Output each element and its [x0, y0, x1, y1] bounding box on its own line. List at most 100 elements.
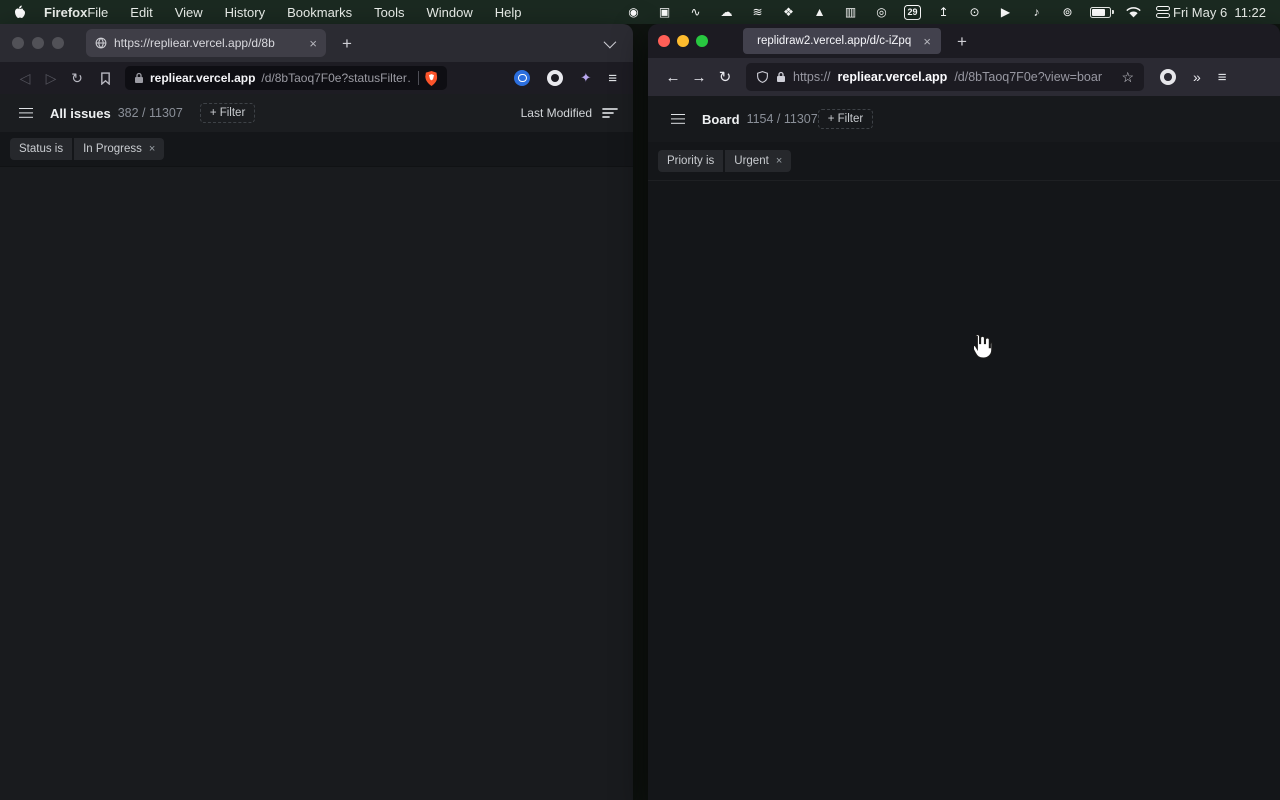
firefox-window: replidraw2.vercel.app/d/c-iZpq https://r…	[648, 24, 1280, 800]
menu-bookmarks[interactable]: Bookmarks	[287, 5, 352, 20]
bookmark-star-icon[interactable]	[1121, 69, 1134, 86]
issue-count: 382 / 11307	[118, 106, 183, 120]
url-host: repliear.vercel.app	[150, 71, 255, 85]
toolbar-extensions	[514, 70, 617, 87]
add-filter-button[interactable]: + Filter	[818, 109, 873, 129]
onepassword-extension-icon[interactable]	[514, 70, 530, 86]
issue-list	[0, 167, 633, 800]
left-nav-bar: repliear.vercel.app /d/8bTaoq7F0e?status…	[0, 62, 633, 94]
reload-button[interactable]	[64, 70, 90, 87]
assistant-icon[interactable]: ⊚	[1059, 4, 1076, 20]
sidebar-menu-icon[interactable]	[671, 114, 685, 125]
tracking-protection-shield-icon[interactable]	[756, 70, 769, 84]
close-window-button[interactable]	[12, 37, 24, 49]
repliear-list-view: All issues 382 / 11307 + Filter Last Mod…	[0, 94, 633, 800]
new-tab-button[interactable]	[342, 35, 352, 52]
share-icon[interactable]: ↥	[935, 4, 952, 20]
menu-bar-clock[interactable]: Fri May 6 11:22	[1173, 5, 1266, 20]
sidebar-menu-icon[interactable]	[19, 108, 33, 119]
bookmark-icon[interactable]	[100, 72, 111, 85]
url-path: /d/8bTaoq7F0e?statusFilter…	[261, 71, 412, 85]
github-extension-icon[interactable]	[547, 70, 563, 86]
control-center-icon[interactable]	[1156, 6, 1171, 18]
back-button[interactable]	[660, 69, 686, 86]
browser-menu-icon[interactable]	[1218, 69, 1227, 86]
active-filters-row: Status is In Progress	[0, 132, 633, 167]
address-bar[interactable]: https://repliear.vercel.app/d/8bTaoq7F0e…	[746, 63, 1144, 91]
add-filter-button[interactable]: + Filter	[200, 103, 255, 123]
close-window-button[interactable]	[658, 35, 670, 47]
filter-value[interactable]: Urgent	[725, 150, 791, 172]
onepassword-icon[interactable]: ◎	[873, 4, 890, 20]
play-icon[interactable]: ▶	[997, 4, 1014, 20]
menu-file[interactable]: File	[87, 5, 108, 20]
sync-icon[interactable]: ∿	[687, 4, 704, 20]
menu-items: File Edit View History Bookmarks Tools Window H…	[87, 5, 521, 20]
menu-bar-status-icons: ◉ ▣ ∿ ☁ ≋ ❖ ▲ ▥ ◎ 29 ↥ ⊙ ▶ ♪ ⊚	[625, 4, 1171, 20]
menu-view[interactable]: View	[175, 5, 203, 20]
lock-icon	[134, 72, 144, 84]
onepassword-extension-icon[interactable]	[1160, 69, 1176, 85]
minimize-window-button[interactable]	[32, 37, 44, 49]
display-icon[interactable]: ▣	[656, 4, 673, 20]
browser-tab[interactable]: https://repliear.vercel.app/d/8b	[86, 29, 326, 57]
new-tab-button[interactable]	[957, 33, 967, 50]
battery-icon[interactable]	[1090, 7, 1111, 18]
page-title: Board	[702, 112, 740, 127]
calendar-icon[interactable]: 29	[904, 5, 921, 20]
right-nav-bar: https://repliear.vercel.app/d/8bTaoq7F0e…	[648, 58, 1280, 96]
active-filters-row: Priority is Urgent	[648, 142, 1280, 181]
close-tab-icon[interactable]	[923, 35, 931, 48]
back-button[interactable]	[12, 70, 38, 87]
priority-filter-chip: Priority is Urgent	[658, 150, 791, 172]
macos-menu-bar: Firefox File Edit View History Bookmarks Tool…	[0, 0, 1280, 24]
sort-label[interactable]: Last Modified	[521, 106, 592, 120]
apple-menu-icon[interactable]	[14, 5, 26, 19]
minimize-window-button[interactable]	[677, 35, 689, 47]
zoom-window-button[interactable]	[52, 37, 64, 49]
power-icon[interactable]: ⊙	[966, 4, 983, 20]
issue-count: 1154 / 11307	[747, 112, 818, 126]
menu-history[interactable]: History	[225, 5, 265, 20]
list-tabs-chevron-icon[interactable]	[604, 35, 617, 48]
menu-firefox[interactable]: Firefox	[44, 5, 87, 20]
cloud-icon[interactable]: ☁	[718, 4, 735, 20]
divider	[418, 71, 419, 85]
extensions-icon[interactable]	[580, 70, 591, 86]
docker-icon[interactable]: ≋	[749, 4, 766, 20]
browser-tab[interactable]: replidraw2.vercel.app/d/c-iZpq	[743, 28, 941, 54]
forward-button[interactable]	[38, 70, 64, 87]
page-title: All issues	[50, 106, 111, 121]
remove-filter-icon[interactable]	[149, 144, 155, 155]
screen-record-icon[interactable]: ◉	[625, 4, 642, 20]
tab-title: https://repliear.vercel.app/d/8b	[114, 36, 302, 50]
remove-filter-icon[interactable]	[776, 156, 782, 167]
tab-title: replidraw2.vercel.app/d/c-iZpq	[753, 35, 915, 47]
window-manager-icon[interactable]: ▥	[842, 4, 859, 20]
volume-icon[interactable]: ♪	[1028, 4, 1045, 20]
url-host: repliear.vercel.app	[838, 70, 948, 84]
toolbar-extensions	[1160, 69, 1227, 86]
sort-icon[interactable]	[602, 107, 618, 119]
brave-window: https://repliear.vercel.app/d/8b repliea…	[0, 24, 633, 800]
vercel-icon[interactable]: ▲	[811, 4, 828, 20]
desktop: Firefox File Edit View History Bookmarks Tool…	[0, 0, 1280, 800]
address-bar[interactable]: repliear.vercel.app /d/8bTaoq7F0e?status…	[125, 66, 447, 90]
menu-tools[interactable]: Tools	[374, 5, 404, 20]
globe-icon	[95, 37, 107, 49]
menu-edit[interactable]: Edit	[130, 5, 152, 20]
kanban-board	[648, 181, 1280, 800]
zoom-window-button[interactable]	[696, 35, 708, 47]
close-tab-icon[interactable]	[309, 37, 317, 50]
reload-button[interactable]	[712, 68, 738, 86]
board-header: Board 1154 / 11307 + Filter	[648, 96, 1280, 142]
filter-value[interactable]: In Progress	[74, 138, 164, 160]
browser-menu-icon[interactable]	[608, 70, 617, 87]
wifi-icon[interactable]	[1125, 4, 1142, 20]
dropbox-icon[interactable]: ❖	[780, 4, 797, 20]
forward-button[interactable]	[686, 69, 712, 86]
overflow-menu-icon[interactable]	[1193, 69, 1201, 85]
brave-shield-icon[interactable]	[425, 71, 438, 86]
menu-window[interactable]: Window	[427, 5, 473, 20]
menu-help[interactable]: Help	[495, 5, 522, 20]
